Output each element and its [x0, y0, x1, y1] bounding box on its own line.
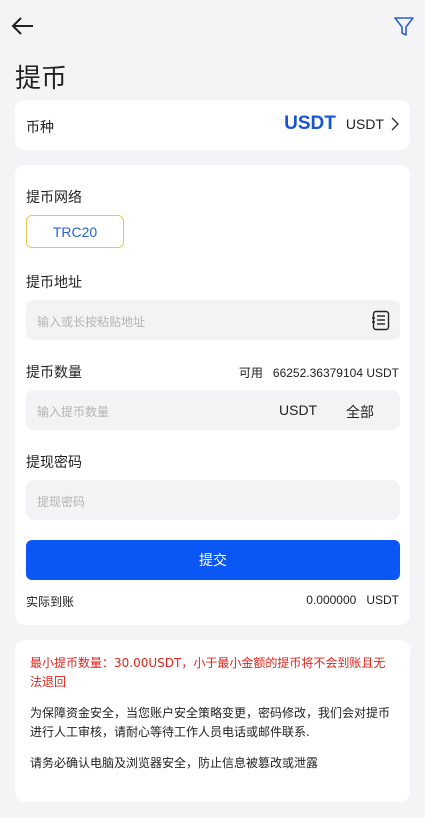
password-input[interactable]: 提现密码	[26, 480, 400, 520]
browser-safety-note: 请务必确认电脑及浏览器安全，防止信息被篡改或泄露	[30, 756, 319, 770]
address-placeholder: 输入或长按粘贴地址	[37, 315, 146, 329]
top-bar	[0, 0, 425, 52]
password-label: 提现密码	[26, 455, 82, 471]
coin-label: 币种	[26, 120, 54, 136]
notes-card: 最小提币数量：30.00USDT，小于最小金额的提币将不会到账且无法退回 为保障…	[15, 640, 410, 802]
available-balance: 可用 66252.36379104 USDT	[239, 364, 399, 381]
submit-button[interactable]: 提交	[26, 540, 400, 580]
security-review-note: 为保障资金安全，当您账户安全策略变更，密码修改，我们会对提币进行人工审核，请耐心…	[30, 706, 391, 739]
all-button[interactable]: 全部	[346, 402, 374, 422]
coin-value[interactable]: USDT USDT	[284, 113, 400, 135]
address-label: 提币地址	[26, 275, 82, 291]
min-withdraw-warning: 最小提币数量：30.00USDT，小于最小金额的提币将不会到账且无法退回	[30, 656, 386, 689]
arrival-amount: 0.000000 USDT	[306, 593, 399, 607]
address-input[interactable]: 输入或长按粘贴地址	[26, 300, 400, 340]
password-placeholder: 提现密码	[37, 495, 86, 509]
arrival-label: 实际到账	[26, 595, 75, 609]
arrival-unit: USDT	[366, 593, 399, 607]
coin-selector[interactable]: 币种 USDT USDT	[15, 100, 410, 150]
amount-label: 提币数量	[26, 365, 82, 381]
coin-symbol-small: USDT	[345, 116, 384, 132]
clipboard-icon[interactable]	[372, 310, 390, 331]
amount-input[interactable]: 输入提币数量 USDT 全部	[26, 390, 400, 430]
amount-unit: USDT	[279, 402, 318, 418]
page-title: 提币	[15, 64, 68, 94]
arrival-value: 0.000000	[306, 593, 357, 607]
back-arrow-icon[interactable]	[10, 14, 36, 38]
network-label: 提币网络	[26, 190, 82, 206]
available-value: 66252.36379104 USDT	[272, 366, 399, 380]
withdraw-form: 提币网络 TRC20 提币地址 输入或长按粘贴地址 提币数量 可用 66252.3…	[15, 165, 410, 625]
coin-symbol-big: USDT	[284, 113, 336, 134]
network-option-trc20[interactable]: TRC20	[26, 215, 124, 248]
available-label: 可用	[238, 366, 263, 380]
filter-icon[interactable]	[393, 14, 415, 38]
amount-placeholder: 输入提币数量	[37, 405, 110, 419]
chevron-right-icon	[391, 117, 399, 131]
